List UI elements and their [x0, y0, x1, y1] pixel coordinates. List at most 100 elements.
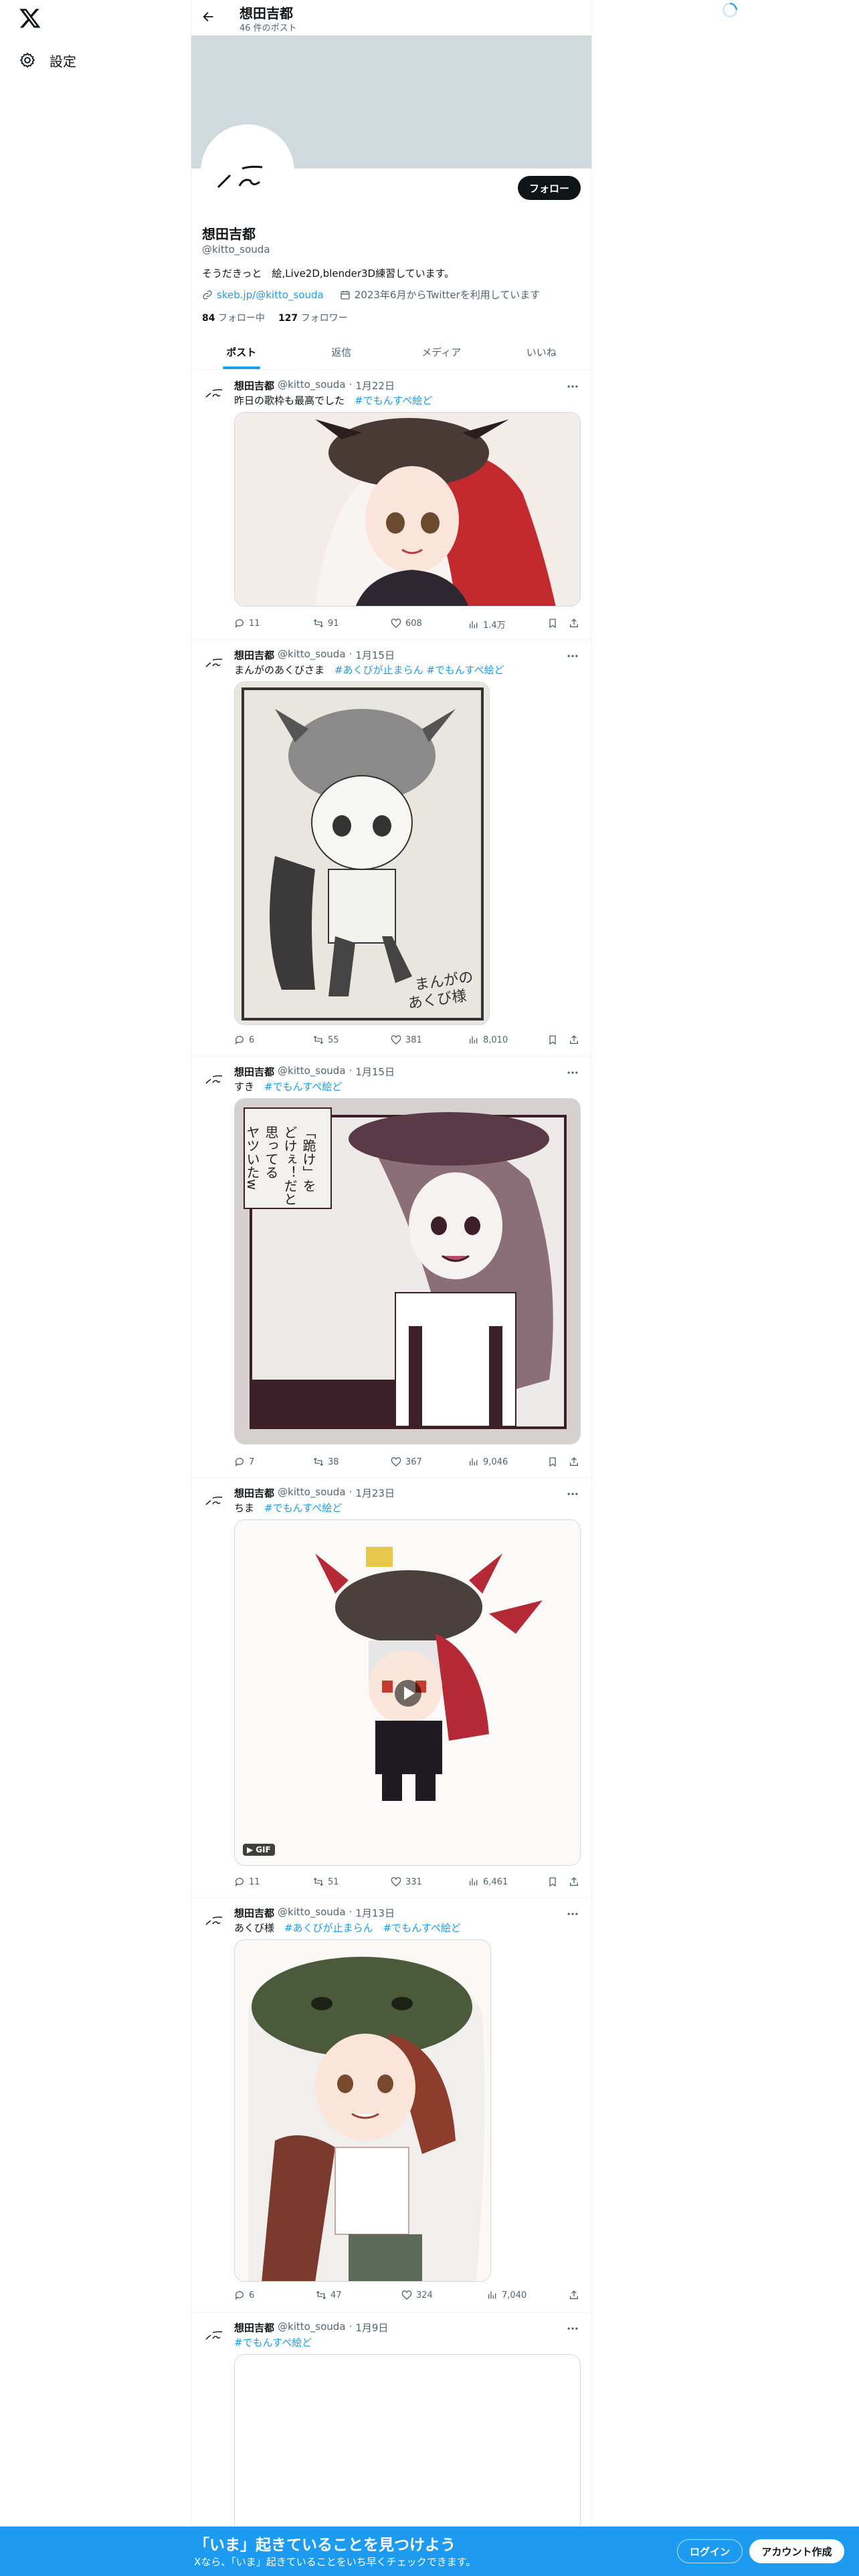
followers-count: 127 — [278, 313, 298, 324]
post-handle: @kitto_souda — [278, 648, 346, 660]
more-icon[interactable] — [566, 1907, 579, 1921]
share-icon[interactable] — [569, 2290, 579, 2300]
login-button[interactable]: ログイン — [677, 2539, 743, 2563]
reply-button[interactable]: 6 — [234, 2290, 254, 2300]
create-account-button[interactable]: アカウント作成 — [749, 2539, 844, 2563]
post-image[interactable]: まんがの あくび様 — [234, 681, 490, 1025]
hashtag-link[interactable]: #でもんすぺ絵ど — [234, 2337, 312, 2349]
more-icon[interactable] — [566, 2322, 579, 2335]
post-avatar[interactable] — [202, 1065, 229, 1091]
back-arrow-icon[interactable] — [201, 9, 215, 24]
more-icon[interactable] — [566, 1487, 579, 1501]
views-button[interactable]: 9,046 — [468, 1457, 508, 1467]
reply-button[interactable]: 11 — [234, 618, 260, 629]
post-item[interactable]: 想田吉都 @kitto_souda · 1月22日 昨日の歌枠も最高でした #でもんす… — [191, 370, 591, 640]
repost-button[interactable]: 91 — [313, 618, 339, 629]
like-button[interactable]: 367 — [391, 1457, 422, 1467]
bookmark-icon[interactable] — [547, 1876, 558, 1887]
post-image[interactable] — [234, 1939, 491, 2282]
gear-icon — [19, 52, 35, 68]
post-date[interactable]: 1月13日 — [355, 1906, 395, 1920]
like-button[interactable]: 381 — [391, 1035, 422, 1045]
hashtag-link[interactable]: #でもんすぺ絵ど — [264, 1081, 342, 1093]
post-date[interactable]: 1月9日 — [355, 2321, 388, 2335]
gif-label: GIF — [256, 1845, 271, 1854]
post-actions: 11 91 608 1.4万 — [234, 618, 582, 631]
reply-icon — [235, 2291, 244, 2300]
post-author[interactable]: 想田吉都 — [234, 2321, 274, 2335]
follow-button[interactable]: フォロー — [518, 176, 581, 200]
post-date[interactable]: 1月22日 — [355, 379, 395, 393]
post-image[interactable]: 「跪け」を どけぇ！だと 思ってる ヤツいたw — [234, 1098, 581, 1444]
reply-button[interactable]: 6 — [234, 1035, 254, 1045]
post-gif[interactable]: ▶ GIF — [234, 1519, 581, 1866]
profile-tabs: ポスト 返信 メディア いいね — [191, 334, 591, 370]
hashtag-link[interactable]: #でもんすぺ絵ど — [264, 1502, 342, 1514]
repost-button[interactable]: 38 — [313, 1457, 339, 1467]
post-text: 昨日の歌枠も最高でした #でもんすぺ絵ど — [234, 395, 433, 407]
more-icon[interactable] — [566, 380, 579, 393]
post-avatar[interactable] — [202, 1906, 229, 1933]
views-button[interactable]: 7,040 — [487, 2290, 527, 2300]
hashtag-link[interactable]: #あくびが止まらん #でもんすぺ絵ど — [335, 664, 504, 676]
hashtag-link[interactable]: #あくびが止まらん #でもんすぺ絵ど — [284, 1922, 461, 1934]
more-icon[interactable] — [566, 1066, 579, 1079]
post-author[interactable]: 想田吉都 — [234, 1486, 274, 1500]
following-stat[interactable]: 84 フォロー中 — [202, 311, 265, 324]
share-icon[interactable] — [569, 1457, 579, 1467]
views-icon — [470, 1878, 478, 1886]
tab-likes[interactable]: いいね — [492, 334, 592, 369]
nav-settings-link[interactable]: 設定 — [19, 47, 76, 74]
like-button[interactable]: 324 — [401, 2290, 433, 2300]
post-avatar[interactable] — [202, 379, 229, 405]
bookmark-icon[interactable] — [547, 1457, 558, 1467]
heart-icon — [391, 619, 401, 628]
post-avatar[interactable] — [202, 648, 229, 675]
tab-media[interactable]: メディア — [391, 334, 492, 369]
heart-icon — [401, 2290, 412, 2300]
post-avatar[interactable] — [202, 2321, 229, 2347]
like-button[interactable]: 608 — [391, 618, 422, 629]
tab-replies[interactable]: 返信 — [292, 334, 392, 369]
bookmark-icon[interactable] — [547, 1035, 558, 1045]
nav-settings-label: 設定 — [50, 53, 76, 70]
bookmark-icon[interactable] — [547, 618, 558, 629]
svg-text:思ってる: 思ってる — [263, 1125, 279, 1179]
post-item[interactable]: 想田吉都 @kitto_souda · 1月15日 まんがのあくびさま #あくびが止ま… — [191, 640, 591, 1057]
profile-avatar[interactable] — [201, 124, 294, 218]
post-date[interactable]: 1月15日 — [355, 648, 395, 662]
hashtag-link[interactable]: #でもんすぺ絵ど — [355, 395, 432, 407]
post-author[interactable]: 想田吉都 — [234, 1065, 274, 1079]
post-author[interactable]: 想田吉都 — [234, 1906, 274, 1920]
reply-icon — [235, 1458, 244, 1467]
post-item[interactable]: 想田吉都 @kitto_souda · 1月23日 ちま #でもんすぺ絵ど ▶ … — [191, 1478, 591, 1898]
repost-icon — [313, 1877, 324, 1887]
share-icon[interactable] — [569, 618, 579, 629]
more-icon[interactable] — [566, 649, 579, 663]
post-date[interactable]: 1月23日 — [355, 1486, 395, 1500]
reply-button[interactable]: 7 — [234, 1457, 254, 1467]
calendar-icon — [341, 290, 350, 300]
post-item[interactable]: 想田吉都 @kitto_souda · 1月13日 あくび様 #あくびが止まらん #で… — [191, 1898, 591, 2313]
repost-button[interactable]: 47 — [316, 2290, 342, 2300]
profile-name: 想田吉都 — [202, 226, 256, 242]
tab-posts[interactable]: ポスト — [191, 334, 292, 369]
share-icon[interactable] — [569, 1876, 579, 1887]
views-button[interactable]: 1.4万 — [468, 618, 506, 631]
profile-link[interactable]: skeb.jp/@kitto_souda — [217, 289, 324, 301]
post-author[interactable]: 想田吉都 — [234, 379, 274, 393]
views-button[interactable]: 8,010 — [468, 1035, 508, 1045]
followers-stat[interactable]: 127 フォロワー — [278, 311, 348, 324]
post-image[interactable] — [234, 412, 581, 607]
post-author[interactable]: 想田吉都 — [234, 648, 274, 662]
share-icon[interactable] — [569, 1035, 579, 1045]
views-button[interactable]: 6,461 — [468, 1876, 508, 1887]
post-item[interactable]: 想田吉都 @kitto_souda · 1月15日 すき #でもんすぺ絵ど 「跪… — [191, 1057, 591, 1478]
x-logo-icon[interactable] — [19, 7, 41, 29]
post-date[interactable]: 1月15日 — [355, 1065, 395, 1079]
like-button[interactable]: 331 — [391, 1876, 422, 1887]
post-avatar[interactable] — [202, 1486, 229, 1513]
repost-button[interactable]: 51 — [313, 1876, 339, 1887]
reply-button[interactable]: 11 — [234, 1876, 260, 1887]
repost-button[interactable]: 55 — [313, 1035, 339, 1045]
